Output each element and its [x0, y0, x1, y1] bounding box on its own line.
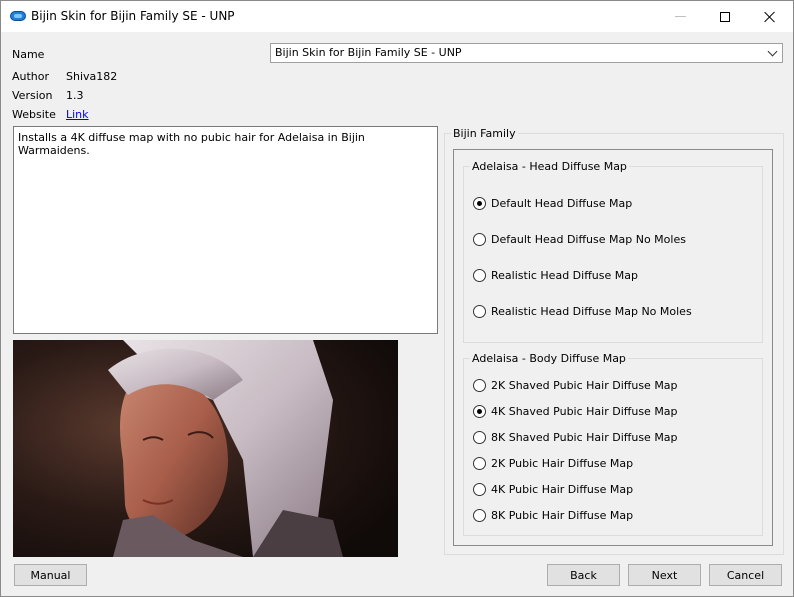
name-label: Name	[12, 48, 45, 61]
maximize-icon	[720, 11, 730, 22]
radio-button[interactable]	[473, 269, 486, 282]
author-label: Author	[12, 70, 50, 83]
cancel-button[interactable]: Cancel	[709, 564, 782, 586]
radio-button[interactable]	[473, 405, 486, 418]
body-option-8k-shaved[interactable]: 8K Shaved Pubic Hair Diffuse Map	[473, 431, 678, 444]
close-button[interactable]	[747, 1, 793, 32]
author-value: Shiva182	[66, 70, 118, 83]
minimize-button[interactable]	[657, 1, 703, 32]
body-option-label: 8K Pubic Hair Diffuse Map	[491, 509, 634, 522]
window-title: Bijin Skin for Bijin Family SE - UNP	[31, 9, 235, 23]
manual-button[interactable]: Manual	[14, 564, 87, 586]
description-text: Installs a 4K diffuse map with no pubic …	[18, 131, 365, 157]
app-icon	[10, 11, 26, 21]
head-option-realistic-no-moles[interactable]: Realistic Head Diffuse Map No Moles	[473, 305, 692, 318]
back-button[interactable]: Back	[547, 564, 620, 586]
body-diffuse-group-title: Adelaisa - Body Diffuse Map	[470, 352, 628, 365]
body-option-4k-pubic[interactable]: 4K Pubic Hair Diffuse Map	[473, 483, 633, 496]
head-option-default-no-moles[interactable]: Default Head Diffuse Map No Moles	[473, 233, 686, 246]
radio-button[interactable]	[473, 483, 486, 496]
chevron-down-icon	[767, 46, 778, 57]
radio-button[interactable]	[473, 379, 486, 392]
name-dropdown[interactable]: Bijin Skin for Bijin Family SE - UNP	[270, 43, 783, 63]
version-label: Version	[12, 89, 53, 102]
body-option-2k-pubic[interactable]: 2K Pubic Hair Diffuse Map	[473, 457, 633, 470]
name-dropdown-value: Bijin Skin for Bijin Family SE - UNP	[275, 46, 462, 59]
radio-button[interactable]	[473, 233, 486, 246]
website-label: Website	[12, 108, 56, 121]
head-option-realistic[interactable]: Realistic Head Diffuse Map	[473, 269, 638, 282]
body-option-label: 4K Shaved Pubic Hair Diffuse Map	[491, 405, 678, 418]
body-option-label: 4K Pubic Hair Diffuse Map	[491, 483, 634, 496]
head-option-label: Realistic Head Diffuse Map No Moles	[491, 305, 692, 318]
radio-button[interactable]	[473, 305, 486, 318]
close-icon	[764, 11, 776, 23]
head-option-default[interactable]: Default Head Diffuse Map	[473, 197, 632, 210]
minimize-icon	[674, 16, 686, 17]
radio-button[interactable]	[473, 457, 486, 470]
maximize-button[interactable]	[702, 1, 748, 32]
next-button[interactable]: Next	[628, 564, 701, 586]
description-textbox[interactable]: Installs a 4K diffuse map with no pubic …	[13, 126, 438, 334]
head-option-label: Default Head Diffuse Map No Moles	[491, 233, 686, 246]
preview-image	[13, 340, 398, 557]
body-option-2k-shaved[interactable]: 2K Shaved Pubic Hair Diffuse Map	[473, 379, 678, 392]
head-option-label: Realistic Head Diffuse Map	[491, 269, 638, 282]
body-option-label: 2K Shaved Pubic Hair Diffuse Map	[491, 379, 678, 392]
website-link[interactable]: Link	[66, 108, 89, 121]
version-value: 1.3	[66, 89, 84, 102]
title-bar: Bijin Skin for Bijin Family SE - UNP	[1, 1, 793, 32]
options-group-title: Bijin Family	[451, 127, 518, 140]
body-option-label: 8K Shaved Pubic Hair Diffuse Map	[491, 431, 678, 444]
head-diffuse-group-title: Adelaisa - Head Diffuse Map	[470, 160, 629, 173]
head-option-label: Default Head Diffuse Map	[491, 197, 633, 210]
radio-button[interactable]	[473, 197, 486, 210]
installer-window: Bijin Skin for Bijin Family SE - UNP Nam…	[0, 0, 794, 597]
body-option-4k-shaved[interactable]: 4K Shaved Pubic Hair Diffuse Map	[473, 405, 678, 418]
radio-button[interactable]	[473, 509, 486, 522]
body-option-label: 2K Pubic Hair Diffuse Map	[491, 457, 634, 470]
radio-button[interactable]	[473, 431, 486, 444]
body-option-8k-pubic[interactable]: 8K Pubic Hair Diffuse Map	[473, 509, 633, 522]
